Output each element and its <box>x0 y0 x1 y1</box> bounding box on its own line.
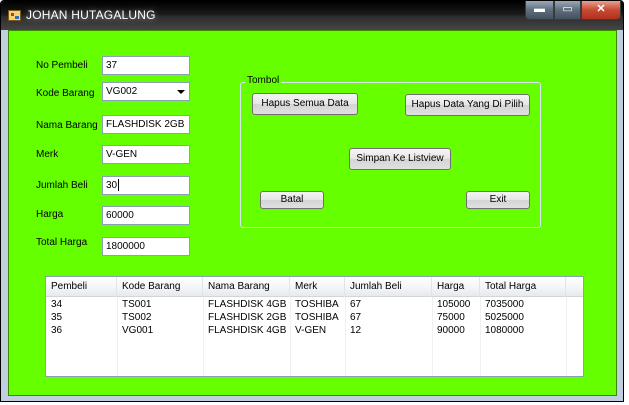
cell-merk: TOSHIBA <box>295 299 339 310</box>
cell-total-harga: 7035000 <box>485 299 524 310</box>
kode-barang-selected: VG002 <box>106 86 138 97</box>
column-header-jumlah-beli[interactable]: Jumlah Beli <box>345 277 432 297</box>
column-header-harga[interactable]: Harga <box>432 277 480 297</box>
text-caret <box>118 179 120 192</box>
harga-input[interactable]: 60000 <box>102 206 190 225</box>
tombol-groupbox-title: Tombol <box>245 75 282 86</box>
jumlah-beli-value: 30 <box>106 180 118 191</box>
cell-harga: 105000 <box>437 299 471 310</box>
table-row[interactable]: 36 VG001 FLASHDISK 4GB V-GEN 12 90000 10… <box>46 325 583 337</box>
table-row[interactable]: 35 TS002 FLASHDISK 2GB TOSHIBA 67 75000 … <box>46 312 583 324</box>
label-no-pembeli: No Pembeli <box>36 60 88 71</box>
cell-jumlah-beli: 67 <box>350 312 362 323</box>
cell-merk: TOSHIBA <box>295 312 339 323</box>
maximize-button[interactable]: ▭ <box>554 1 581 20</box>
label-jumlah-beli: Jumlah Beli <box>36 180 88 191</box>
total-harga-input[interactable]: 1800000 <box>102 237 190 256</box>
jumlah-beli-input[interactable]: 30 <box>102 176 190 195</box>
cell-jumlah-beli: 67 <box>350 299 362 310</box>
column-header-merk[interactable]: Merk <box>290 277 345 297</box>
hapus-data-dipilih-button[interactable]: Hapus Data Yang Di Pilih <box>405 94 530 116</box>
label-total-harga: Total Harga <box>36 237 88 248</box>
cell-pembeli: 35 <box>51 312 63 323</box>
cell-pembeli: 36 <box>51 325 63 336</box>
simpan-ke-listview-button[interactable]: Simpan Ke Listview <box>349 148 451 170</box>
nama-barang-input[interactable]: FLASHDISK 2GB <box>102 115 190 134</box>
app-icon <box>8 10 21 21</box>
label-merk: Merk <box>36 149 59 160</box>
column-header-total-harga[interactable]: Total Harga <box>480 277 566 297</box>
cell-harga: 90000 <box>437 325 465 336</box>
cell-kode-barang: TS001 <box>122 299 152 310</box>
close-button[interactable]: ✕ <box>581 1 621 20</box>
cell-kode-barang: TS002 <box>122 312 152 323</box>
cell-merk: V-GEN <box>295 325 327 336</box>
batal-button[interactable]: Batal <box>260 191 324 209</box>
label-kode-barang: Kode Barang <box>36 88 95 99</box>
form-client-area: No Pembeli Kode Barang Nama Barang Merk … <box>8 30 617 396</box>
app-window: JOHAN HUTAGALUNG ▬ ▭ ✕ No Pembeli Kode B… <box>0 0 624 402</box>
cell-pembeli: 34 <box>51 299 63 310</box>
cell-nama-barang: FLASHDISK 4GB <box>208 325 287 336</box>
column-header-kode-barang[interactable]: Kode Barang <box>117 277 203 297</box>
cell-kode-barang: VG001 <box>122 325 154 336</box>
label-nama-barang: Nama Barang <box>36 120 98 131</box>
column-header-pembeli[interactable]: Pembeli <box>46 277 117 297</box>
cell-harga: 75000 <box>437 312 465 323</box>
title-bar[interactable]: JOHAN HUTAGALUNG ▬ ▭ ✕ <box>1 1 623 30</box>
no-pembeli-input[interactable]: 37 <box>102 56 190 75</box>
label-harga: Harga <box>36 209 64 220</box>
exit-button[interactable]: Exit <box>466 191 530 209</box>
column-header-filler <box>566 277 583 297</box>
cell-nama-barang: FLASHDISK 4GB <box>208 299 287 310</box>
minimize-button[interactable]: ▬ <box>525 1 554 20</box>
column-header-nama-barang[interactable]: Nama Barang <box>203 277 290 297</box>
kode-barang-combobox[interactable]: VG002 <box>102 82 190 101</box>
window-title: JOHAN HUTAGALUNG <box>26 8 156 22</box>
table-row[interactable]: 34 TS001 FLASHDISK 4GB TOSHIBA 67 105000… <box>46 299 583 311</box>
listview-header: Pembeli Kode Barang Nama Barang Merk Jum… <box>46 277 583 297</box>
chevron-down-icon[interactable] <box>177 90 185 94</box>
purchase-listview[interactable]: Pembeli Kode Barang Nama Barang Merk Jum… <box>45 276 584 377</box>
cell-total-harga: 5025000 <box>485 312 524 323</box>
cell-jumlah-beli: 12 <box>350 325 362 336</box>
merk-input[interactable]: V-GEN <box>102 145 190 164</box>
hapus-semua-data-button[interactable]: Hapus Semua Data <box>252 93 358 115</box>
cell-total-harga: 1080000 <box>485 325 524 336</box>
cell-nama-barang: FLASHDISK 2GB <box>208 312 287 323</box>
